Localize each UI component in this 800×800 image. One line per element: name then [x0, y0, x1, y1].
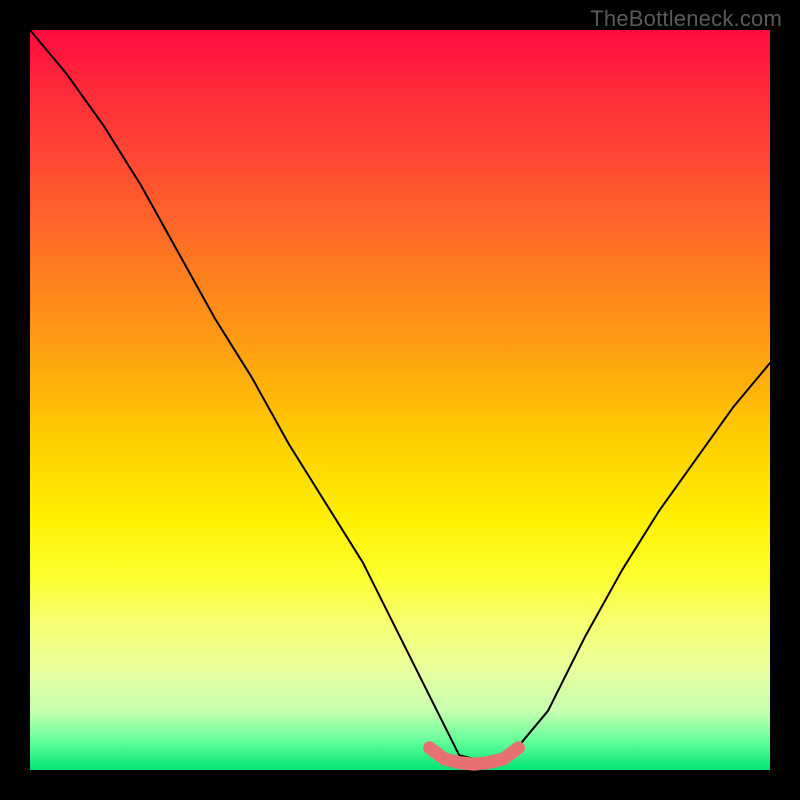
chart-plot-area: [30, 30, 770, 770]
watermark-text: TheBottleneck.com: [590, 6, 782, 32]
optimal-range-marker-path: [430, 748, 519, 764]
chart-svg: [30, 30, 770, 770]
bottleneck-curve-path: [30, 30, 770, 763]
